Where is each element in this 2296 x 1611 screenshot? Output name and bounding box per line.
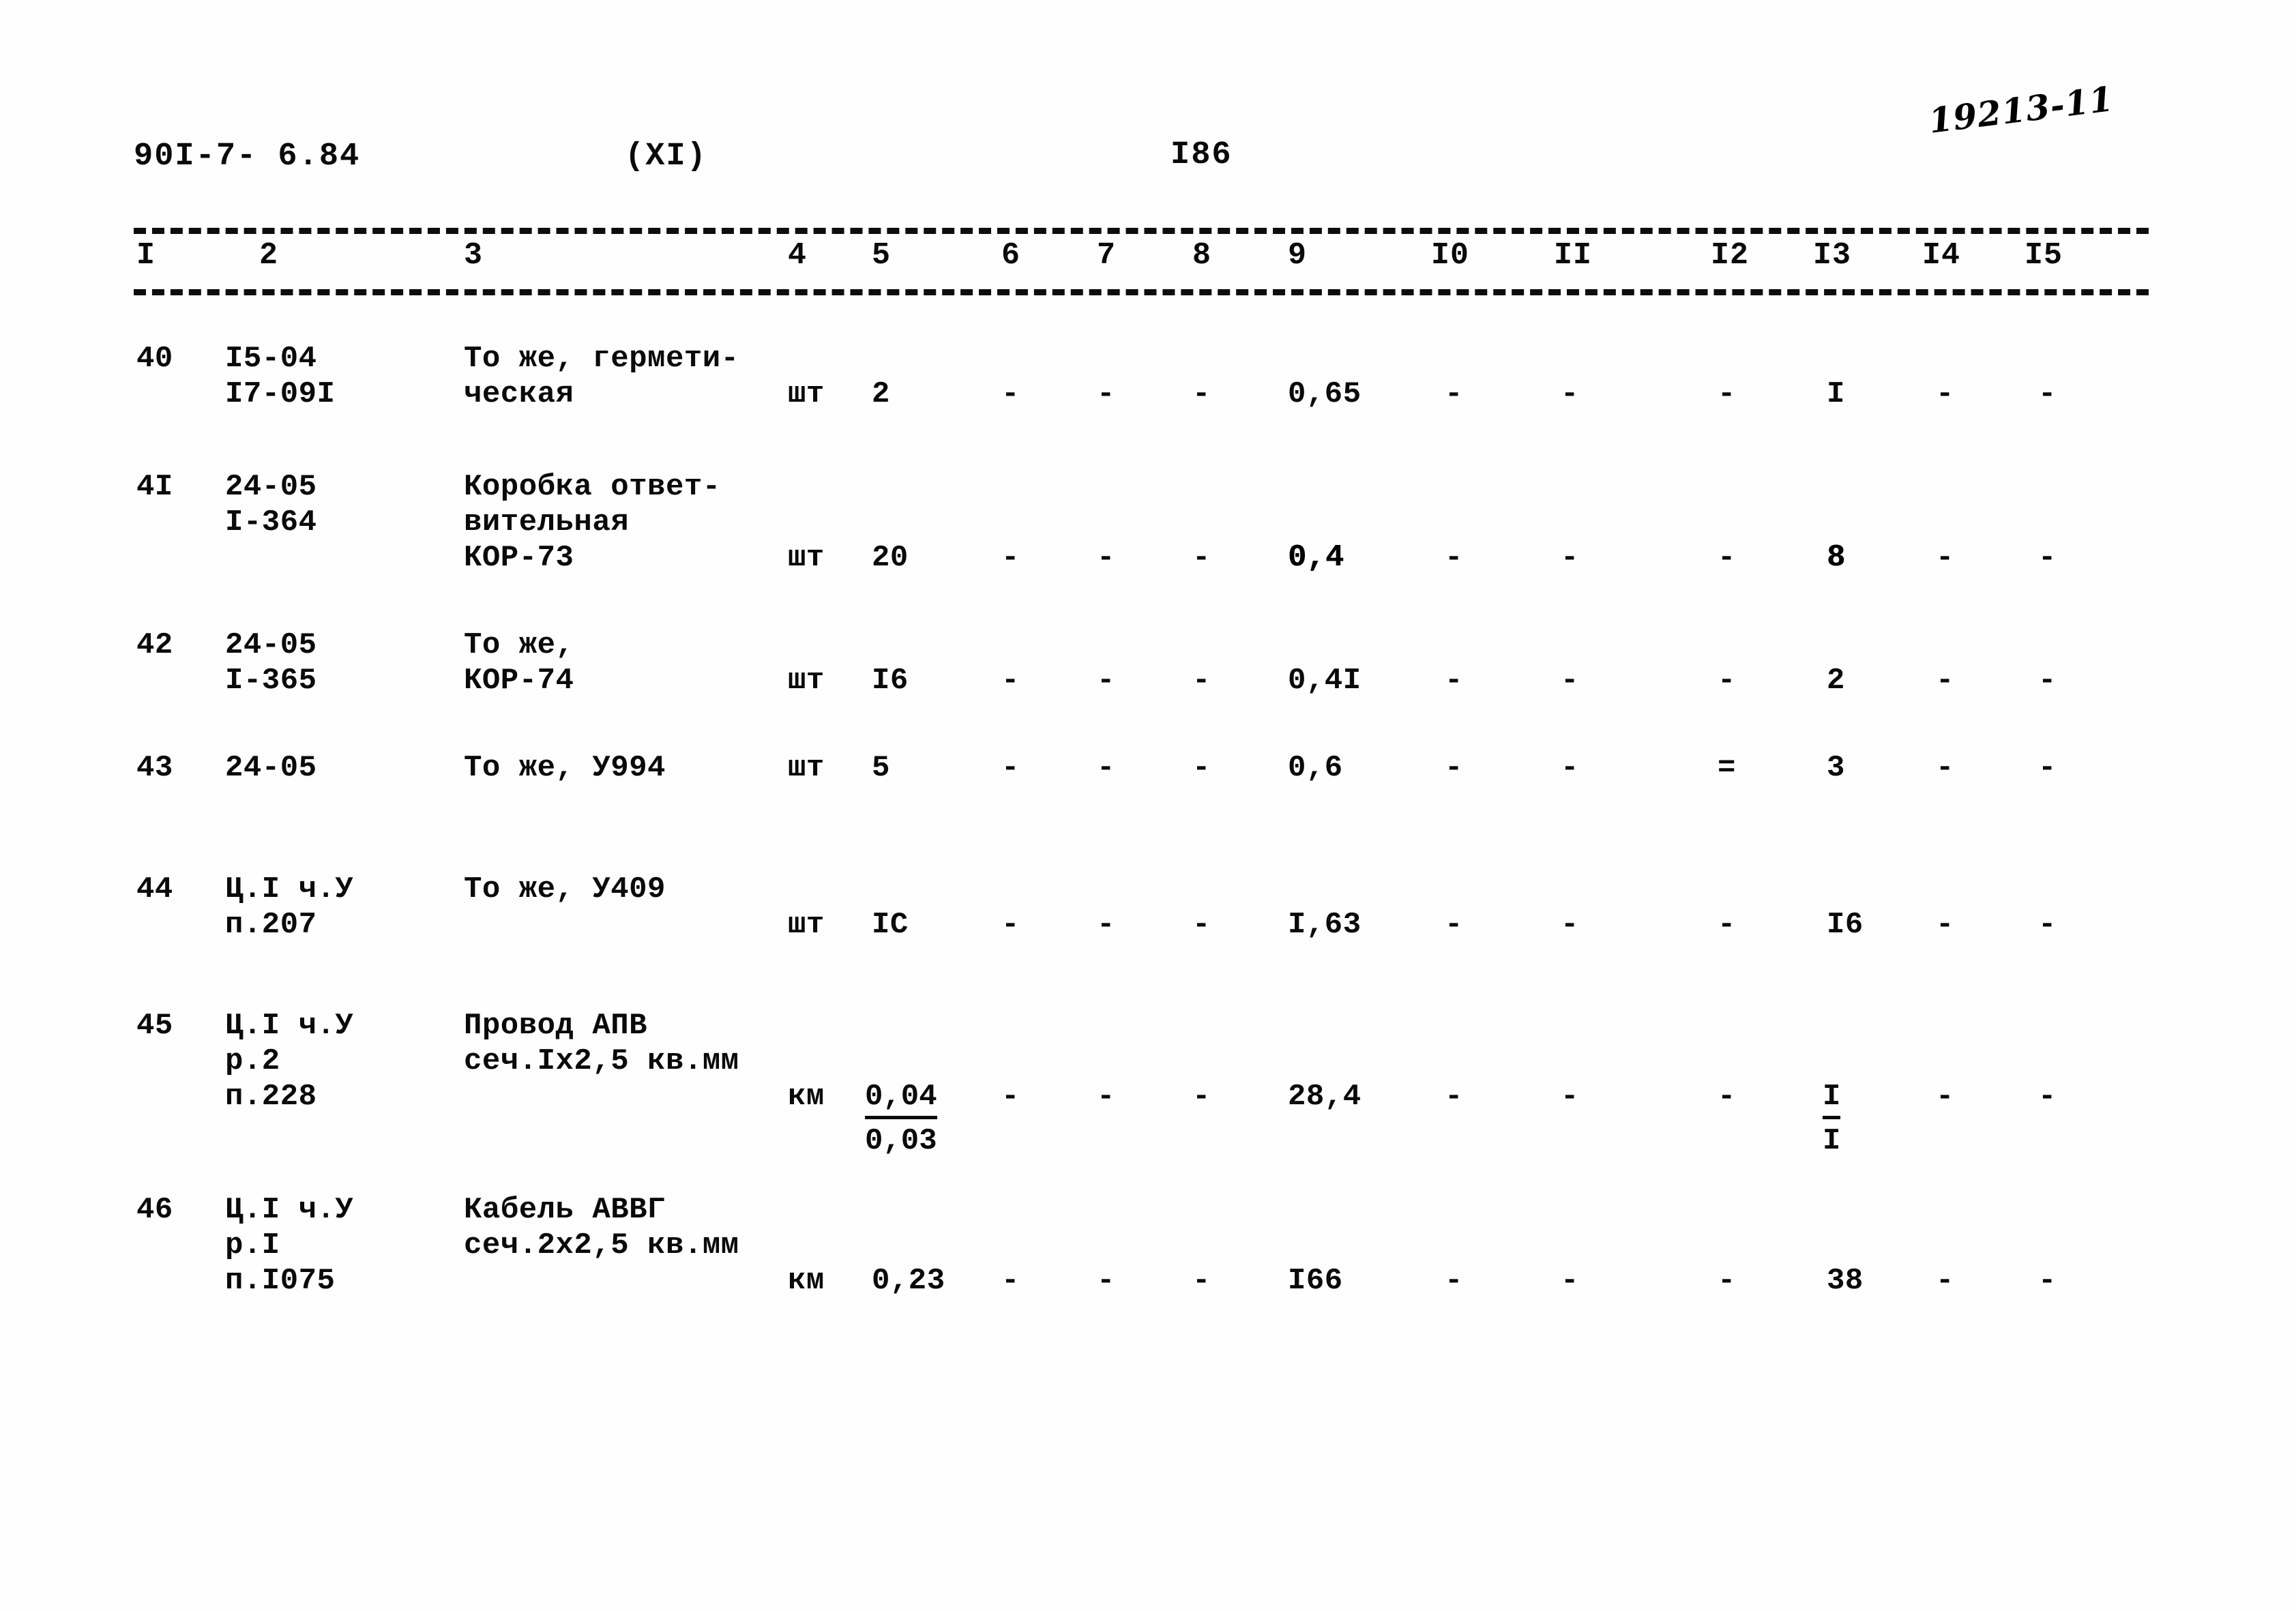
row-col13-value: 3 xyxy=(1827,751,1845,785)
row-col13-value: 2 xyxy=(1827,664,1845,698)
row-reference-code: 24-05 I-365 xyxy=(225,628,317,698)
row-unit: км xyxy=(788,1080,825,1114)
row-col13-value: 38 xyxy=(1827,1264,1864,1298)
row-sequence-number: 44 xyxy=(136,872,173,906)
row-unit: шт xyxy=(788,664,825,698)
row-quantity: 5 xyxy=(872,751,890,785)
row-reference-code: I5-04 I7-09I xyxy=(225,342,336,411)
row-col10-value: - xyxy=(1445,908,1463,942)
row-col13-value: I xyxy=(1827,377,1845,411)
row-unit: шт xyxy=(788,908,825,942)
row-col15-value: - xyxy=(2038,664,2057,698)
row-col9-value: 0,65 xyxy=(1288,377,1362,411)
row-col15-value: - xyxy=(2038,1080,2057,1114)
row-col10-value: - xyxy=(1445,751,1463,785)
row-col13-fraction: II xyxy=(1823,1079,1841,1159)
row-col9-value: 0,4I xyxy=(1288,664,1362,698)
row-col10-value: - xyxy=(1445,664,1463,698)
document-page: 90I-7- 6.84 (XI) I86 19213-11 I23456789I… xyxy=(0,0,2296,1611)
row-col13-fraction-denominator: I xyxy=(1823,1124,1841,1158)
row-col9-value: I66 xyxy=(1288,1264,1343,1298)
row-col9-value: I,63 xyxy=(1288,908,1362,942)
row-reference-code: Ц.I ч.У р.I п.I075 xyxy=(225,1193,354,1298)
row-col15-value: - xyxy=(2038,751,2057,785)
row-quantity-fraction-numerator: 0,04 xyxy=(865,1079,937,1119)
row-col10-value: - xyxy=(1445,1080,1463,1114)
row-reference-code: 24-05 xyxy=(225,751,317,785)
row-sequence-number: 4I xyxy=(136,470,173,504)
row-unit: шт xyxy=(788,541,825,575)
row-col9-value: 28,4 xyxy=(1288,1080,1362,1114)
row-unit: км xyxy=(788,1264,825,1298)
row-col11-value: - xyxy=(1561,541,1579,575)
row-quantity: 20 xyxy=(872,541,909,575)
row-sequence-number: 46 xyxy=(136,1193,173,1227)
row-col10-value: - xyxy=(1445,1264,1463,1298)
row-col15-value: - xyxy=(2038,541,2057,575)
row-quantity: I6 xyxy=(872,664,909,698)
row-reference-code: 24-05 I-364 xyxy=(225,470,317,540)
row-unit: шт xyxy=(788,377,825,411)
row-col13-value: I6 xyxy=(1827,908,1864,942)
row-quantity: 0,23 xyxy=(872,1264,945,1298)
row-reference-code: Ц.I ч.У п.207 xyxy=(225,872,354,942)
row-quantity: 2 xyxy=(872,377,890,411)
row-item-name: То же, У409 xyxy=(464,872,666,906)
row-col9-value: 0,4 xyxy=(1288,540,1344,575)
row-quantity: IC xyxy=(872,908,909,942)
row-reference-code: Ц.I ч.У р.2 п.228 xyxy=(225,1009,354,1114)
row-item-name: Кабель АВВГ сеч.2х2,5 кв.мм xyxy=(464,1193,739,1262)
row-col11-value: - xyxy=(1561,1264,1579,1298)
table-body: 40 I5-04 I7-09I То же, гермети- ческая шт 2-… xyxy=(0,0,2296,1611)
row-item-name: Провод АПВ сеч.Iх2,5 кв.мм xyxy=(464,1009,739,1078)
row-col9-value: 0,6 xyxy=(1288,751,1343,785)
row-col11-value: - xyxy=(1561,751,1579,785)
row-quantity-fraction-denominator: 0,03 xyxy=(865,1124,937,1158)
row-col15-value: - xyxy=(2038,377,2057,411)
row-col10-value: - xyxy=(1445,541,1463,575)
row-col15-value: - xyxy=(2038,1264,2057,1298)
row-sequence-number: 43 xyxy=(136,751,173,785)
row-quantity-fraction: 0,04 0,03 xyxy=(865,1079,937,1159)
row-unit: шт xyxy=(788,751,825,785)
row-col11-value: - xyxy=(1561,664,1579,698)
row-sequence-number: 42 xyxy=(136,628,173,662)
row-col11-value: - xyxy=(1561,908,1579,942)
row-col11-value: - xyxy=(1561,1080,1579,1114)
row-col15-value: - xyxy=(2038,908,2057,942)
row-sequence-number: 45 xyxy=(136,1009,173,1043)
row-sequence-number: 40 xyxy=(136,342,173,376)
row-col11-value: - xyxy=(1561,377,1579,411)
row-col13-fraction-numerator: I xyxy=(1823,1079,1841,1119)
row-col10-value: - xyxy=(1445,377,1463,411)
row-col13-value: 8 xyxy=(1827,540,1846,575)
